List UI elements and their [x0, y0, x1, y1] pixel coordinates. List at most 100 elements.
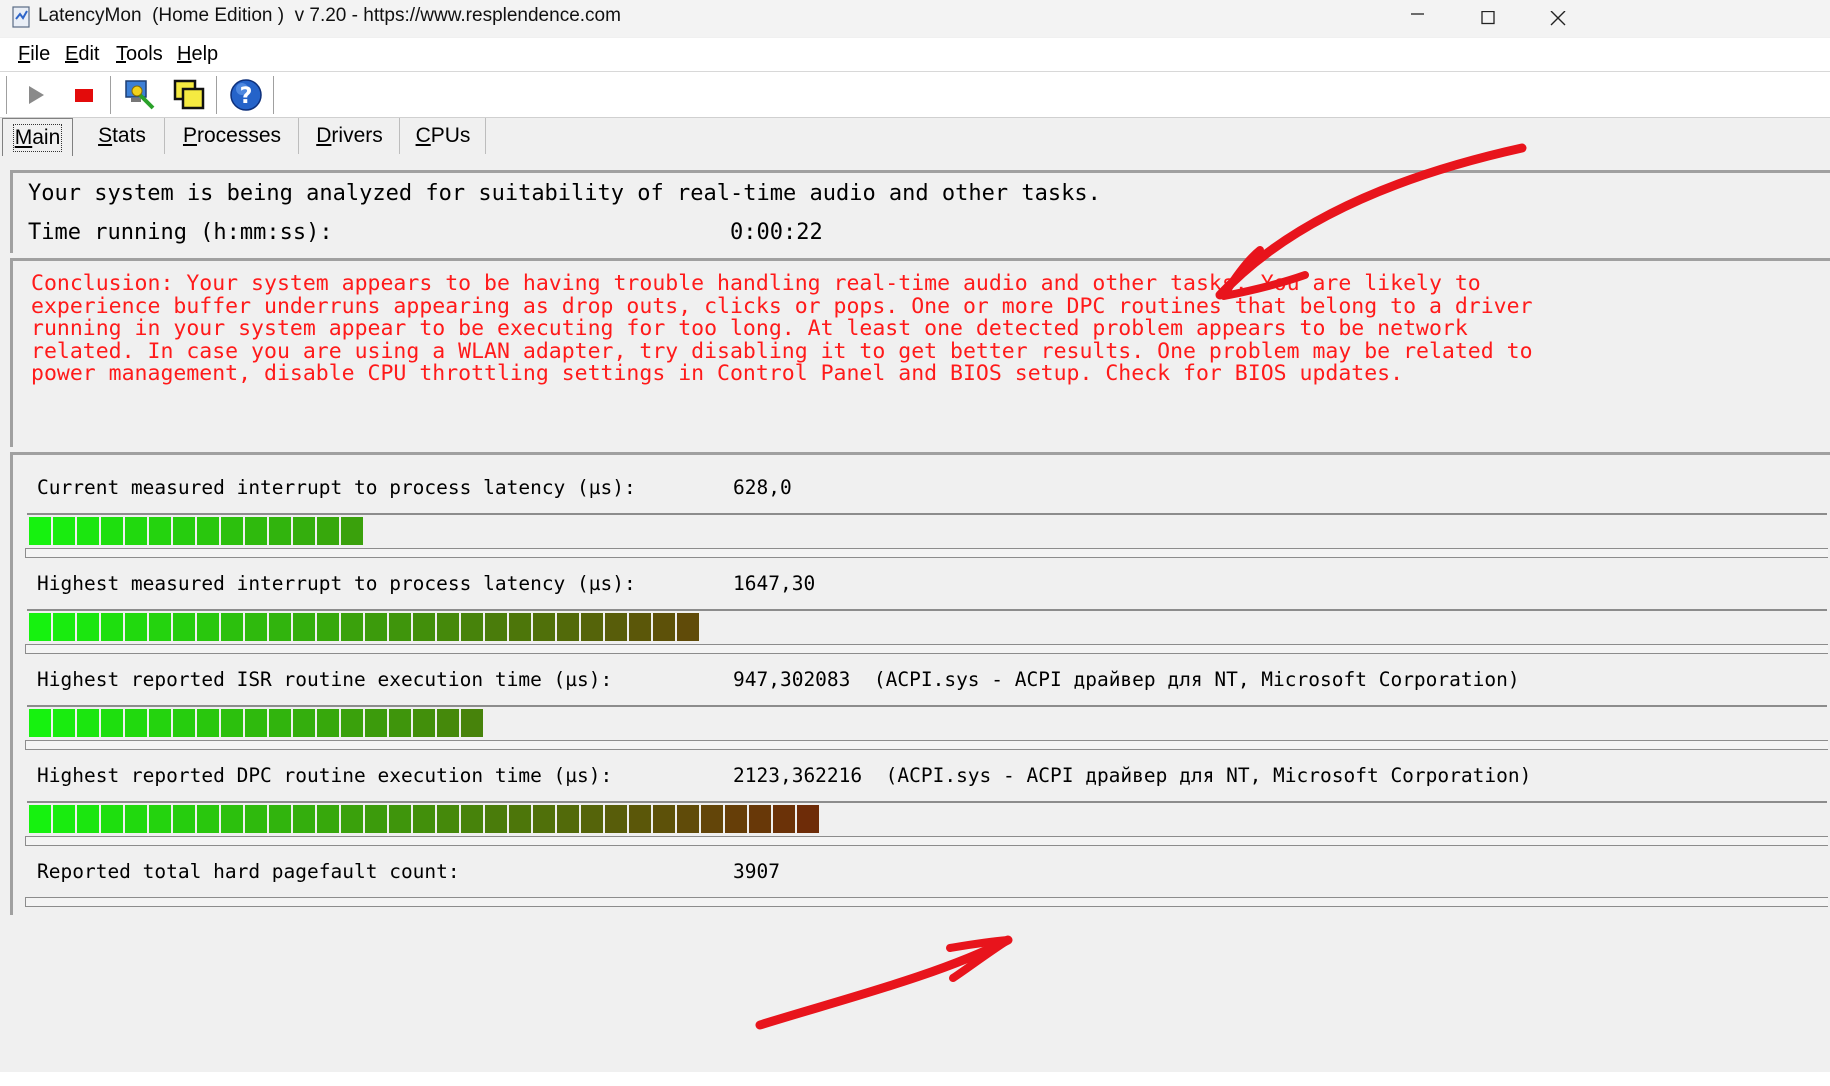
- meter-segment: [461, 613, 483, 641]
- meter-segment: [365, 613, 387, 641]
- driver-note: (ACPI.sys - ACPI драйвер для NT, Microso…: [885, 764, 1532, 787]
- meter-segment: [341, 613, 363, 641]
- meter-scrollbar: [25, 740, 1828, 750]
- menu-help[interactable]: Help: [177, 43, 218, 66]
- metric-value: 3907: [733, 860, 780, 883]
- meter-segment: [725, 805, 747, 833]
- menu-tools[interactable]: Tools: [116, 43, 163, 66]
- meter-segment: [293, 517, 315, 545]
- meter-segment: [437, 709, 459, 737]
- meter-segment: [341, 805, 363, 833]
- dpc-meter-fill: [29, 805, 821, 833]
- tab-drivers[interactable]: Drivers: [300, 118, 400, 154]
- meter-segment: [149, 517, 171, 545]
- driver-note: (ACPI.sys - ACPI драйвер для NT, Microso…: [873, 668, 1520, 691]
- meter-segment: [101, 517, 123, 545]
- meter-segment: [701, 805, 723, 833]
- tab-stats[interactable]: Stats: [80, 118, 165, 154]
- meter-segment: [101, 613, 123, 641]
- meter-segment: [533, 613, 555, 641]
- meter-segment: [485, 805, 507, 833]
- metric-label: Highest reported DPC routine execution t…: [37, 764, 613, 787]
- meter-segment: [245, 805, 267, 833]
- meter-segment: [173, 709, 195, 737]
- tab-bar: Main Stats Processes Drivers CPUs: [0, 118, 1830, 156]
- close-icon: [1550, 11, 1566, 26]
- meter-segment: [29, 613, 51, 641]
- help-button[interactable]: ?: [228, 76, 264, 114]
- tab-processes[interactable]: Processes: [166, 118, 299, 154]
- monitor-button[interactable]: [122, 76, 158, 114]
- meter-segment: [221, 613, 243, 641]
- meter-segment: [389, 613, 411, 641]
- minimize-button[interactable]: [1383, 0, 1453, 37]
- meter-segment: [581, 805, 603, 833]
- metrics-panel: Current measured interrupt to process la…: [10, 452, 1830, 915]
- meter-segment: [317, 709, 339, 737]
- metric-value: 1647,30: [733, 572, 816, 595]
- windows-icon: [173, 79, 205, 110]
- maximize-button[interactable]: [1453, 0, 1523, 37]
- meter-segment: [509, 613, 531, 641]
- windows-button[interactable]: [171, 76, 207, 114]
- stop-icon: [75, 89, 93, 102]
- menu-file[interactable]: File: [18, 43, 50, 66]
- latency-meter-fill: [29, 613, 701, 641]
- meter-segment: [269, 613, 291, 641]
- meter-segment: [53, 613, 75, 641]
- meter-segment: [125, 805, 147, 833]
- meter-segment: [53, 709, 75, 737]
- meter-segment: [485, 613, 507, 641]
- analysis-status-text: Your system is being analyzed for suitab…: [28, 181, 1101, 206]
- monitor-icon: [125, 80, 155, 110]
- meter-segment: [437, 805, 459, 833]
- meter-segment: [101, 709, 123, 737]
- meter-segment: [653, 613, 675, 641]
- toolbar-separator: [110, 76, 112, 114]
- meter-segment: [557, 613, 579, 641]
- meter-segment: [605, 805, 627, 833]
- meter-segment: [173, 613, 195, 641]
- annotation-arrow-dpc: [755, 935, 1013, 1030]
- tab-cpus[interactable]: CPUs: [401, 118, 486, 154]
- isr-meter: [27, 705, 1827, 737]
- latency-meter-fill: [29, 517, 365, 545]
- metric-value: 2123,362216 (ACPI.sys - ACPI драйвер для…: [733, 764, 1532, 787]
- meter-segment: [749, 805, 771, 833]
- meter-segment: [461, 709, 483, 737]
- meter-segment: [629, 805, 651, 833]
- start-button[interactable]: [18, 76, 54, 114]
- stop-button[interactable]: [66, 76, 102, 114]
- meter-scrollbar: [25, 548, 1828, 558]
- window-title: LatencyMon (Home Edition ) v 7.20 - http…: [38, 5, 621, 26]
- meter-segment: [413, 805, 435, 833]
- meter-segment: [365, 709, 387, 737]
- meter-segment: [125, 709, 147, 737]
- meter-segment: [77, 805, 99, 833]
- meter-segment: [149, 805, 171, 833]
- meter-segment: [197, 805, 219, 833]
- meter-segment: [221, 517, 243, 545]
- status-panel: Your system is being analyzed for suitab…: [10, 170, 1830, 253]
- meter-segment: [221, 709, 243, 737]
- dpc-meter: [27, 801, 1827, 833]
- meter-segment: [197, 517, 219, 545]
- meter-segment: [461, 805, 483, 833]
- meter-segment: [125, 613, 147, 641]
- meter-segment: [269, 517, 291, 545]
- meter-segment: [149, 613, 171, 641]
- meter-segment: [269, 709, 291, 737]
- meter-segment: [437, 613, 459, 641]
- menu-bar: File Edit Tools Help: [0, 38, 1830, 72]
- help-icon: ?: [230, 79, 262, 111]
- close-button[interactable]: [1523, 0, 1593, 37]
- meter-segment: [509, 805, 531, 833]
- menu-edit[interactable]: Edit: [65, 43, 99, 66]
- tab-main[interactable]: Main: [2, 118, 73, 156]
- meter-segment: [389, 709, 411, 737]
- meter-segment: [269, 805, 291, 833]
- meter-segment: [677, 613, 699, 641]
- meter-segment: [245, 613, 267, 641]
- meter-segment: [29, 805, 51, 833]
- meter-segment: [293, 613, 315, 641]
